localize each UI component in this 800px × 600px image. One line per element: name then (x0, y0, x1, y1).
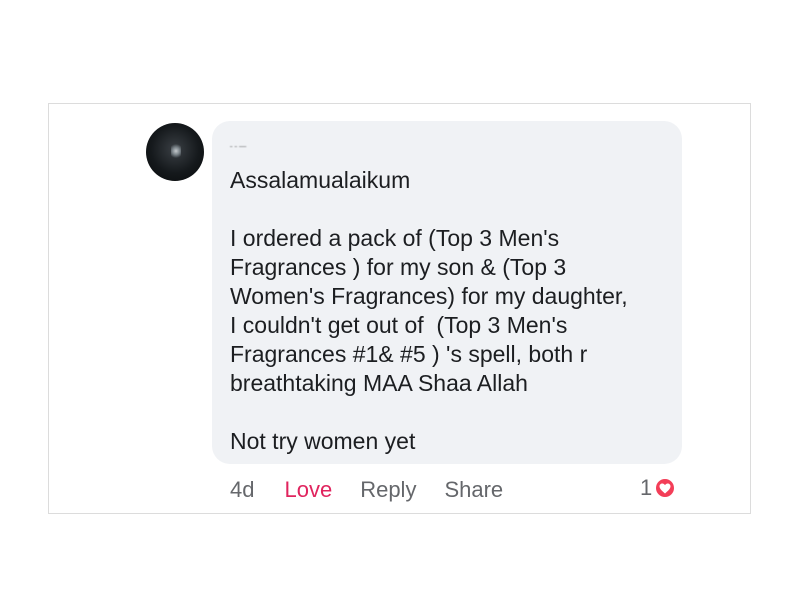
heart-glyph (659, 483, 671, 493)
comment-timestamp[interactable]: 4d (230, 477, 254, 503)
comment-body: I ordered a pack of (Top 3 Men's Fragran… (230, 225, 628, 396)
avatar[interactable] (146, 123, 204, 181)
author-name[interactable]: ـــ ـ ـ (230, 140, 246, 150)
share-button[interactable]: Share (444, 477, 503, 503)
reaction-summary[interactable]: 1 (640, 475, 677, 500)
comment-greeting: Assalamualaikum (230, 167, 411, 193)
avatar-image (171, 143, 181, 159)
comment-text: Assalamualaikum I ordered a pack of (Top… (230, 166, 670, 456)
comment-closing: Not try women yet (230, 428, 416, 454)
comment-actions: 4d Love Reply Share (230, 476, 503, 504)
love-button[interactable]: Love (284, 477, 332, 503)
heart-icon (654, 477, 677, 499)
reply-button[interactable]: Reply (360, 477, 416, 503)
reaction-count: 1 (640, 475, 653, 500)
